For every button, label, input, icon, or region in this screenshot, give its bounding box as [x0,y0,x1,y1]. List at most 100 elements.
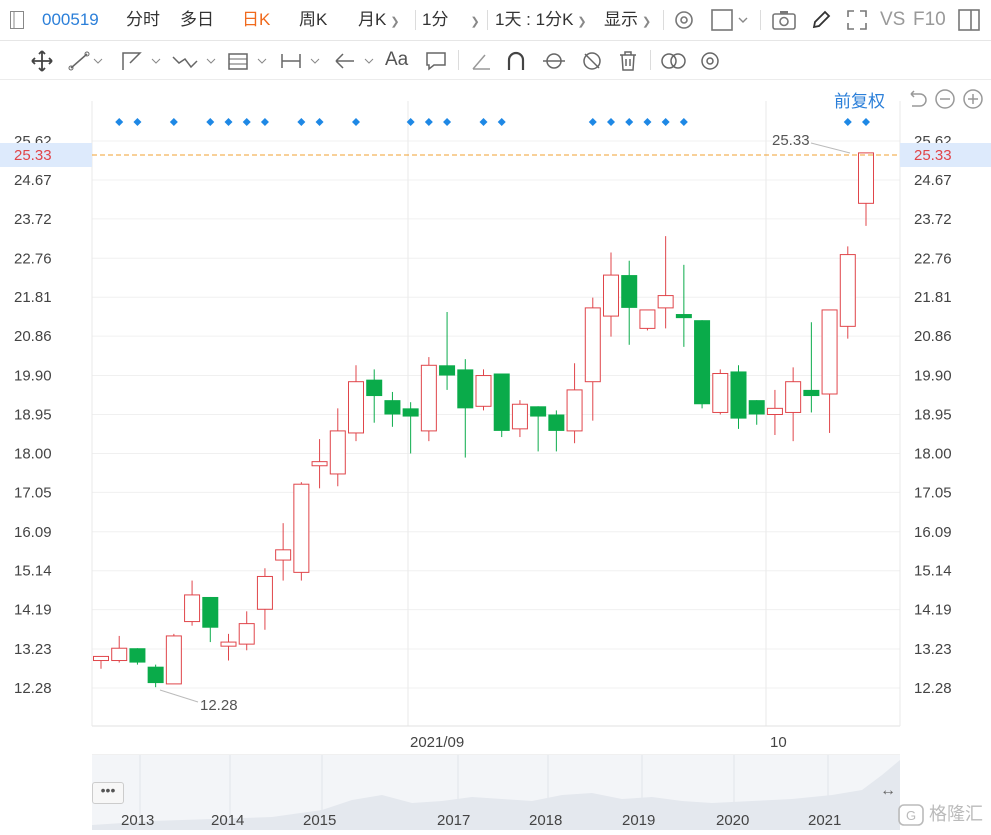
sidebar-toggle-icon[interactable] [10,11,24,29]
arc-icon[interactable] [505,41,527,79]
overlay-icon[interactable] [660,41,688,79]
time-axis-label: 10 [770,734,787,751]
event-marker [588,118,597,126]
low-price-label: 12.28 [200,697,238,714]
fullscreen-icon[interactable] [846,9,868,31]
camera-icon[interactable] [772,9,796,31]
tab-multi-day[interactable]: 多日 [180,0,214,40]
resize-handle-icon[interactable]: ↔ [880,782,896,800]
nav-year-label: 2018 [529,812,563,829]
nav-year-label: 2013 [121,812,155,829]
drawing-toolbar: Aa [0,41,991,80]
candle [93,655,109,669]
divider [487,10,488,30]
ruler-icon[interactable] [470,41,492,79]
interval-select[interactable]: 1天 : 1分K ❯ [495,0,587,40]
nav-year-label: 2019 [622,812,656,829]
candle-body [839,254,856,327]
trash-icon[interactable] [617,41,639,79]
candle-body [165,635,182,685]
top-toolbar: 000519 分时 多日 日K 周K 月K ❯ 1分 ❯ 1天 : 1分K ❯ 显示 ❯… [0,0,991,41]
display-select-value: 显示 [604,10,638,29]
event-marker [843,118,852,126]
candle [293,482,310,581]
display-select[interactable]: 显示 ❯ [604,0,651,40]
divider [650,50,651,70]
price-tick-label: 18.95 [914,407,952,424]
candle-body [475,375,492,407]
candle-body [530,406,547,417]
price-axis-left: 25.6224.6723.7222.7621.8120.8619.9018.95… [14,133,52,697]
range-icon[interactable] [279,41,323,79]
candle-body [603,274,619,317]
candle [220,633,237,661]
polyline-icon[interactable] [120,41,164,79]
price-tick-label: 22.76 [914,250,952,267]
f10-button[interactable]: F10 [913,0,946,40]
price-tick-label: 18.00 [914,445,952,462]
candle-body [147,666,164,684]
nav-year-label: 2015 [303,812,337,829]
chevron-down-icon: ❯ [470,16,480,28]
candle-body [694,320,711,405]
event-marker [352,118,360,126]
candle [839,246,856,339]
candle [256,568,273,630]
minute-select[interactable]: 1分 ❯ [422,0,480,40]
candle [493,373,510,438]
candle-body [420,364,437,432]
price-axis-right: 25.6224.6723.7222.7621.8120.8619.9018.95… [914,133,952,697]
svg-text:G: G [906,808,916,823]
price-tick-label: 24.67 [14,172,52,189]
layout-select[interactable] [711,9,751,31]
price-tick-label: 17.05 [14,484,52,501]
event-marker [224,118,233,126]
candle-body [220,641,237,647]
candle [694,320,711,409]
pencil-icon[interactable] [810,9,832,31]
watermark-logo: G 格隆汇 [898,800,984,827]
tab-weekly-k[interactable]: 周K [299,0,327,40]
candle-body [730,371,747,419]
tab-intraday[interactable]: 分时 [126,0,160,40]
line-icon[interactable] [68,41,104,79]
wave-icon[interactable] [171,41,219,79]
comment-icon[interactable] [425,41,447,79]
tab-daily-k[interactable]: 日K [242,0,270,40]
candle [639,309,656,331]
stock-code[interactable]: 000519 [42,0,99,40]
event-marker [115,118,124,126]
candle-body [566,389,583,432]
interval-select-value: 1天 : 1分K [495,10,574,29]
event-marker [169,118,178,126]
candle-body [384,400,401,415]
fib-icon[interactable] [226,41,270,79]
price-tick-label: 16.09 [914,524,952,541]
settings-icon[interactable] [673,9,695,31]
candle-body [93,655,109,662]
candle-body [748,400,765,415]
hide-icon[interactable] [580,41,604,79]
candlestick-chart[interactable]: 25.6224.6723.7222.7621.8120.8619.9018.95… [0,80,991,755]
candle-body [402,408,419,417]
candle-body [329,430,346,475]
price-tick-label: 13.23 [914,641,952,658]
price-tick-label: 20.86 [14,328,52,345]
price-tick-label: 14.19 [914,602,952,619]
candle [603,252,619,337]
text-icon[interactable]: Aa [385,41,408,79]
tab-monthly-k[interactable]: 月K ❯ [358,0,400,40]
cycle-icon[interactable] [541,41,567,79]
candle [311,439,328,489]
event-marker [862,118,870,126]
price-tick-label: 21.81 [914,289,952,306]
side-panel-icon[interactable] [958,9,980,31]
watermark-text: 格隆汇 [929,804,984,824]
move-icon[interactable] [30,41,54,79]
more-options-button[interactable]: ••• [92,782,124,804]
indicator-settings-icon[interactable] [698,41,722,79]
arrow-icon[interactable] [333,41,377,79]
candle [548,410,565,452]
vs-button[interactable]: VS [880,0,905,40]
candle [785,367,802,442]
